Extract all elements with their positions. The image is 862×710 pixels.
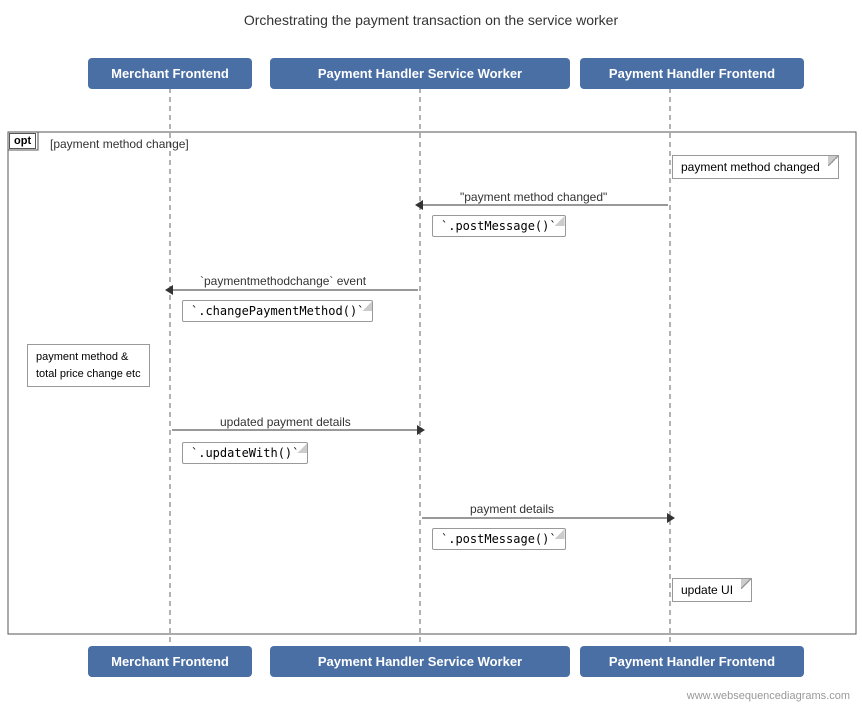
watermark: www.websequencediagrams.com	[687, 690, 850, 702]
update-with-box: `.updateWith()`	[182, 442, 308, 464]
actor-merchant-bottom: Merchant Frontend	[88, 646, 252, 677]
actor-service-worker-bottom: Payment Handler Service Worker	[270, 646, 570, 677]
actor-service-worker-top: Payment Handler Service Worker	[270, 58, 570, 89]
diagram-title: Orchestrating the payment transaction on…	[0, 0, 862, 36]
opt-condition: [payment method change]	[50, 137, 189, 151]
actor-handler-frontend-bottom: Payment Handler Frontend	[580, 646, 804, 677]
update-ui-note: update UI	[672, 578, 752, 602]
arrow4-label: payment details	[470, 502, 554, 516]
payment-method-changed-note: payment method changed	[672, 155, 839, 179]
change-payment-method-box: `.changePaymentMethod()`	[182, 300, 373, 322]
post-message-box-1: `.postMessage()`	[432, 215, 566, 237]
side-note: payment method &total price change etc	[27, 344, 150, 387]
arrow3-label: updated payment details	[220, 415, 351, 429]
post-message-box-2: `.postMessage()`	[432, 528, 566, 550]
actor-handler-frontend-top: Payment Handler Frontend	[580, 58, 804, 89]
actor-merchant-top: Merchant Frontend	[88, 58, 252, 89]
diagram-container: Orchestrating the payment transaction on…	[0, 0, 862, 710]
arrow1-label: "payment method changed"	[460, 190, 607, 204]
opt-label: opt	[9, 133, 36, 149]
arrow2-label: `paymentmethodchange` event	[200, 274, 366, 288]
